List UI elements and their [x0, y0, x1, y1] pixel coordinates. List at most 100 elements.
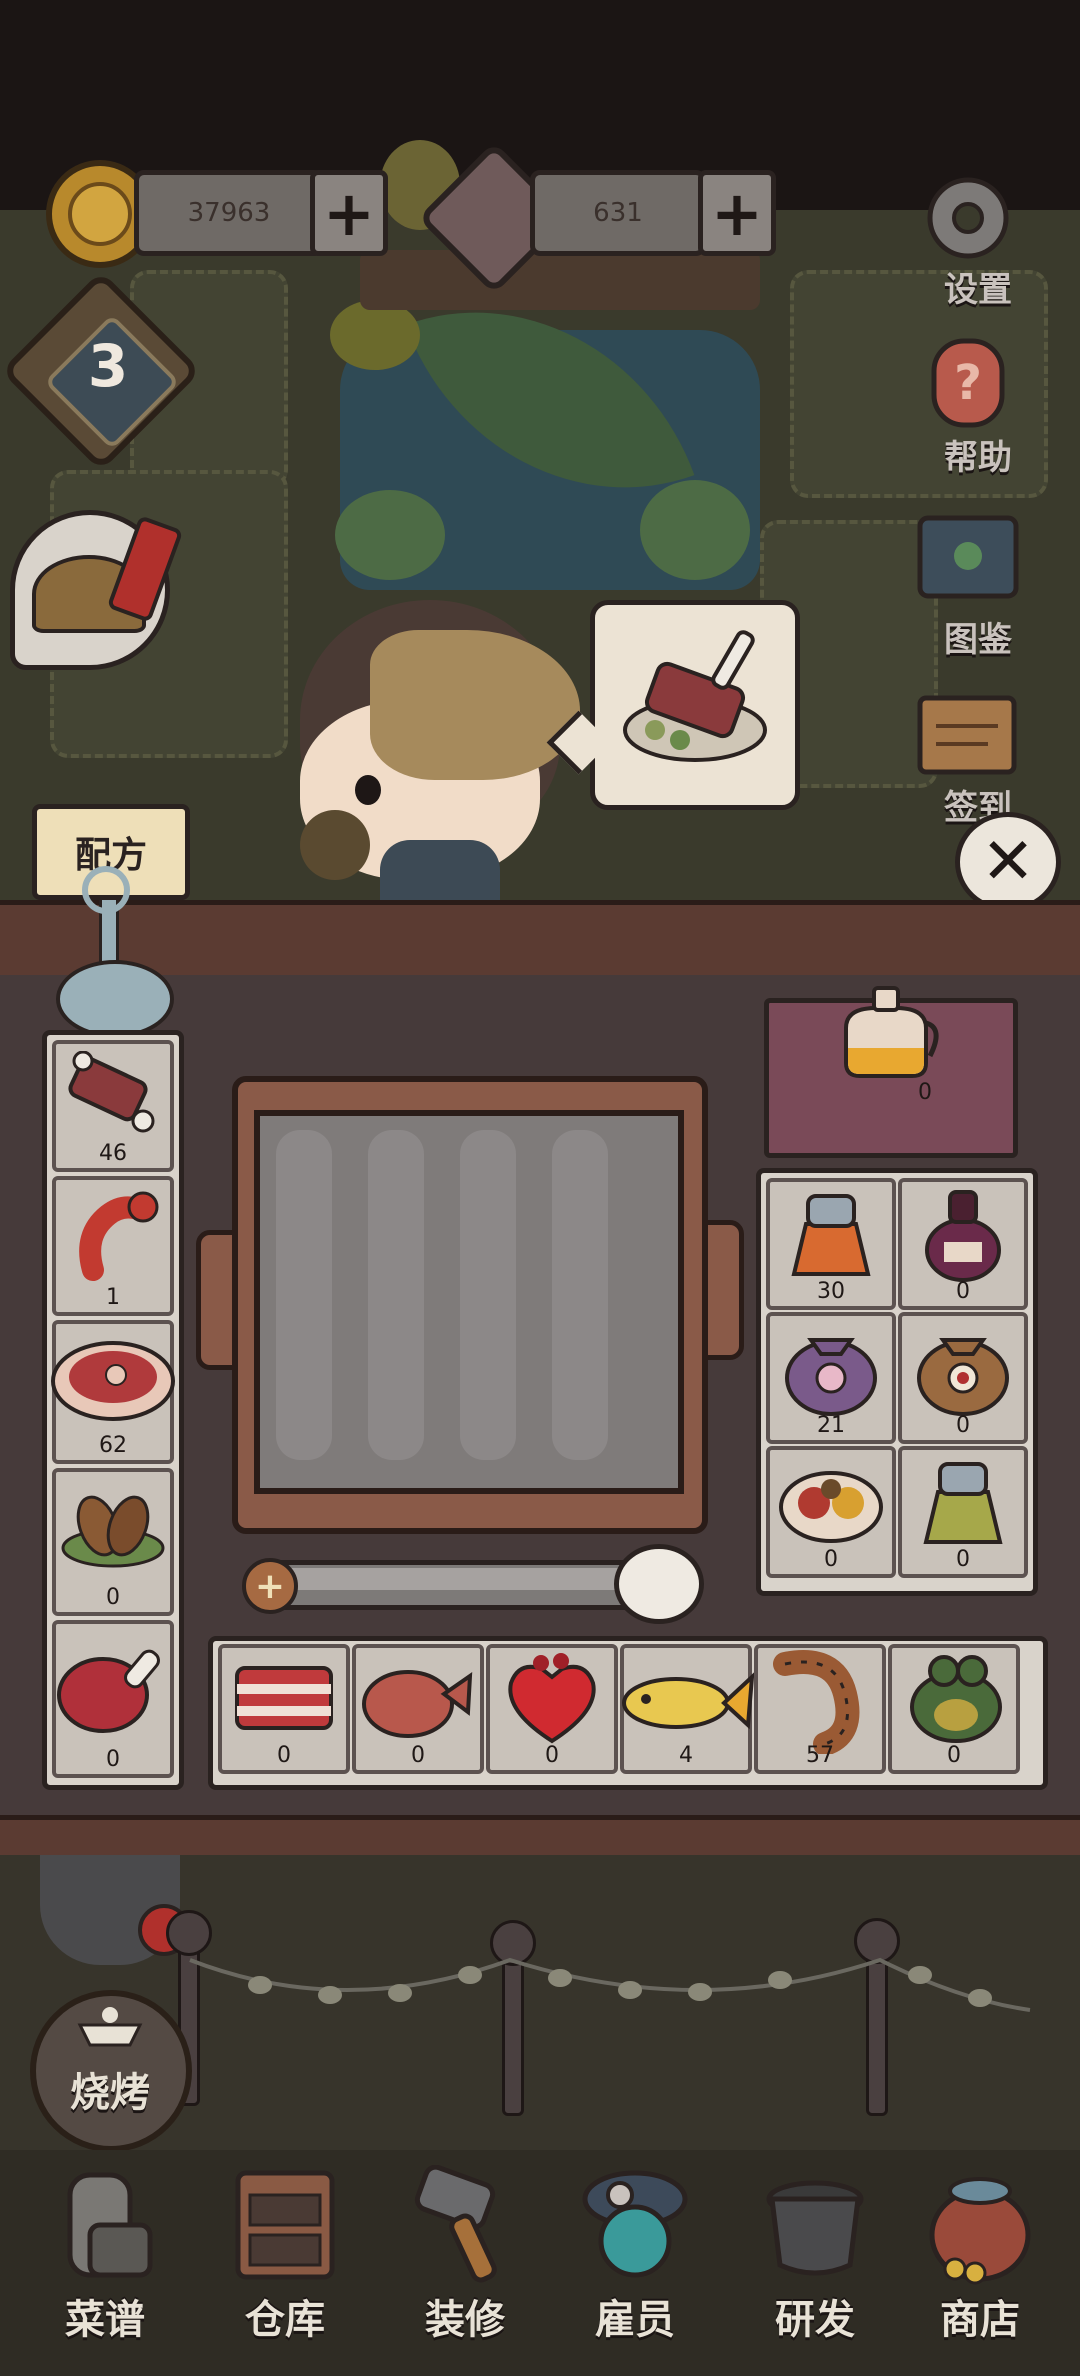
oil-jug-icon: [844, 986, 939, 1078]
level-number: 3: [87, 332, 129, 400]
nav-label: 装修: [425, 2297, 505, 2343]
ingredient-slot[interactable]: 46: [52, 1040, 174, 1172]
recipe-book-icon: [67, 2172, 153, 2278]
gear-icon[interactable]: [920, 170, 1016, 266]
seasoning-slot[interactable]: 0: [766, 1446, 896, 1578]
ingredient-count: 0: [277, 1743, 291, 1768]
flower-bush: [330, 300, 420, 370]
seasoning-slot[interactable]: 0: [898, 1312, 1028, 1444]
oil-count: 0: [918, 1080, 932, 1105]
nav-employees[interactable]: 雇员: [555, 2165, 715, 2365]
nav-shop[interactable]: 商店: [900, 2165, 1060, 2365]
nav-label: 仓库: [245, 2297, 325, 2343]
seasoning-slot[interactable]: 0: [898, 1178, 1028, 1310]
ingredient-slot[interactable]: 0: [52, 1620, 174, 1778]
customer-eye: [355, 775, 381, 805]
ingredient-count: 0: [947, 1743, 961, 1768]
ingredient-slot[interactable]: 0: [888, 1644, 1020, 1774]
ham-leg-icon: [57, 1649, 160, 1733]
heat-slider-knob[interactable]: [614, 1544, 704, 1624]
add-gems-button[interactable]: +: [698, 170, 776, 256]
ingredient-count: 46: [99, 1141, 127, 1166]
ingredient-slot[interactable]: 0: [486, 1644, 618, 1774]
ingredient-slot[interactable]: 0: [52, 1468, 174, 1616]
warehouse-icon: [235, 2170, 335, 2280]
seasoning-count: 0: [956, 1413, 970, 1438]
slider-plus-button[interactable]: +: [242, 1558, 298, 1614]
grill-ridge: [368, 1130, 424, 1460]
seasoning-slot[interactable]: 0: [898, 1446, 1028, 1578]
seasoning-count: 0: [956, 1279, 970, 1304]
hammer-icon: [414, 2165, 497, 2283]
nav-label: 研发: [775, 2297, 855, 2343]
spice-bag-brown-icon: [917, 1338, 1009, 1417]
ingredient-slot[interactable]: 1: [52, 1176, 174, 1316]
heat-slider-track: [270, 1568, 630, 1590]
svg-text:?: ?: [954, 355, 982, 411]
steak-icon: [51, 1341, 175, 1422]
nav-label: 商店: [940, 2297, 1020, 2343]
coin-count: 37963: [134, 170, 324, 256]
string-lights: [189, 1957, 1031, 2012]
nav-label: 菜谱: [65, 2297, 145, 2343]
ingredient-slot[interactable]: 4: [620, 1644, 755, 1774]
shop-bag-icon: [929, 2177, 1031, 2285]
gem-count: 631: [530, 170, 706, 256]
ingredient-count: 0: [106, 1747, 120, 1772]
seasoning-count: 30: [817, 1279, 845, 1304]
ingredient-count: 62: [99, 1433, 127, 1458]
nav-decorate[interactable]: 装修: [385, 2165, 545, 2365]
seasoning-slot[interactable]: 21: [766, 1312, 896, 1444]
plant-pot: [335, 490, 445, 580]
plant-pot: [640, 480, 750, 580]
ingredient-count: 0: [545, 1743, 559, 1768]
pork-belly-icon: [235, 1666, 333, 1731]
catalog-label[interactable]: 图鉴: [908, 612, 1048, 661]
employee-icon: [582, 2170, 688, 2278]
ingredient-count: 57: [806, 1743, 834, 1768]
close-button[interactable]: ✕: [955, 812, 1061, 912]
nav-research[interactable]: 研发: [735, 2165, 895, 2365]
order-bubble[interactable]: [590, 600, 800, 810]
spice-plate-icon: [779, 1471, 883, 1544]
garden-table: [360, 250, 760, 310]
add-coins-button[interactable]: +: [310, 170, 388, 256]
catalog-book-icon[interactable]: [910, 510, 1026, 606]
potato-icon: [61, 1495, 165, 1568]
nav-recipes[interactable]: 菜谱: [25, 2165, 185, 2365]
sign-ring: [82, 866, 130, 914]
ingredient-slot[interactable]: 0: [218, 1644, 350, 1774]
lobster-icon: [79, 1191, 159, 1282]
ingredient-count: 4: [679, 1743, 693, 1768]
grill-icon: [77, 2007, 143, 2047]
nav-warehouse[interactable]: 仓库: [205, 2165, 365, 2365]
ingredient-count: 0: [411, 1743, 425, 1768]
pet-icon: [300, 810, 370, 880]
grill-ridge: [276, 1130, 332, 1460]
bbq-mode-label[interactable]: 烧烤: [30, 2060, 190, 2118]
seasoning-count: 21: [817, 1413, 845, 1438]
ingredient-slot[interactable]: 57: [754, 1644, 886, 1774]
settings-label[interactable]: 设置: [908, 262, 1048, 311]
ribs-icon: [68, 1051, 155, 1133]
grill-ridge: [460, 1130, 516, 1460]
checkin-scroll-icon[interactable]: [912, 686, 1022, 782]
green-shaker-icon: [923, 1462, 1003, 1545]
ingredient-slot[interactable]: 62: [51, 1320, 175, 1464]
ingredient-slot[interactable]: 0: [352, 1644, 484, 1774]
spice-bag-purple-icon: [785, 1338, 877, 1417]
ingredient-count: 0: [106, 1585, 120, 1610]
help-label[interactable]: 帮助: [908, 430, 1048, 479]
grill-ridge: [552, 1130, 608, 1460]
help-icon[interactable]: ?: [920, 335, 1016, 431]
sauce-bottle-icon: [925, 1190, 1001, 1283]
nav-label: 雇员: [595, 2297, 675, 2343]
shrimp-icon: [773, 1650, 860, 1755]
sign-base: [56, 960, 174, 1038]
seasoning-count: 0: [824, 1547, 838, 1572]
chop-icon: [362, 1670, 473, 1739]
fish-icon: [622, 1672, 755, 1730]
seasoning-slot[interactable]: 30: [766, 1178, 896, 1310]
frog-icon: [910, 1655, 1002, 1744]
ribs-order-icon: [623, 630, 767, 762]
